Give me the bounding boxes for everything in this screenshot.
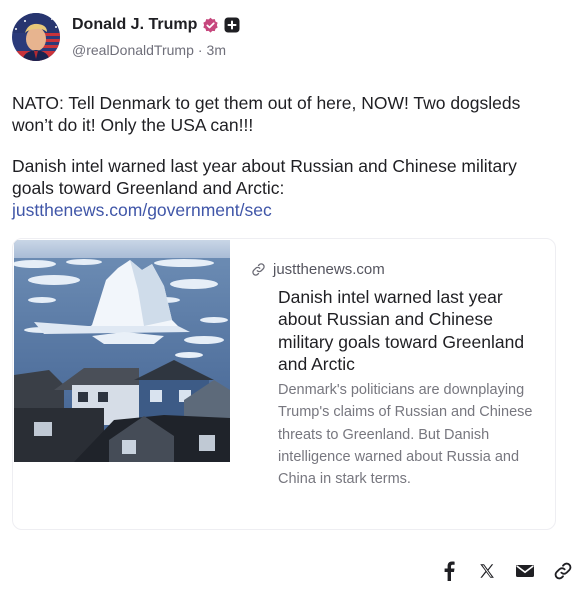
card-domain: justthenews.com: [273, 261, 385, 278]
author-display-name[interactable]: Donald J. Trump: [72, 16, 197, 34]
post-paragraph-2: Danish intel warned last year about Russ…: [12, 156, 517, 198]
meta-separator: ·: [197, 42, 203, 58]
share-x-button[interactable]: [476, 560, 498, 582]
card-thumbnail-image: [14, 240, 230, 462]
post-paragraph-1: NATO: Tell Denmark to get them out of he…: [12, 93, 521, 135]
share-facebook-button[interactable]: [438, 560, 460, 582]
verified-badge-icon: [202, 17, 219, 34]
share-actions: [438, 560, 574, 582]
post-link[interactable]: justthenews.com/government/sec: [12, 199, 532, 221]
post-container: Donald J. Trump @realDonaldTrump · 3m NA…: [0, 0, 582, 600]
author-meta-row: @realDonaldTrump · 3m: [72, 42, 226, 58]
email-icon: [516, 565, 534, 577]
card-title: Danish intel warned last year about Russ…: [278, 287, 525, 374]
card-description: Denmark's politicians are downplaying Tr…: [278, 382, 533, 488]
platform-badge-icon: [224, 17, 240, 33]
post-timestamp[interactable]: 3m: [207, 42, 226, 58]
post-paragraph-2-block: Danish intel warned last year about Russ…: [12, 155, 532, 221]
avatar[interactable]: [12, 13, 60, 61]
avatar-image: [12, 13, 60, 61]
link-icon: [251, 262, 266, 277]
facebook-icon: [444, 561, 455, 581]
author-handle[interactable]: @realDonaldTrump: [72, 42, 194, 58]
card-domain-row: justthenews.com: [251, 261, 385, 278]
link-preview-card[interactable]: justthenews.com Danish intel warned last…: [12, 238, 556, 530]
x-icon: [480, 564, 494, 578]
share-copy-link-button[interactable]: [552, 560, 574, 582]
author-name-row: Donald J. Trump: [72, 15, 240, 35]
share-email-button[interactable]: [514, 560, 536, 582]
link-icon: [554, 562, 572, 580]
